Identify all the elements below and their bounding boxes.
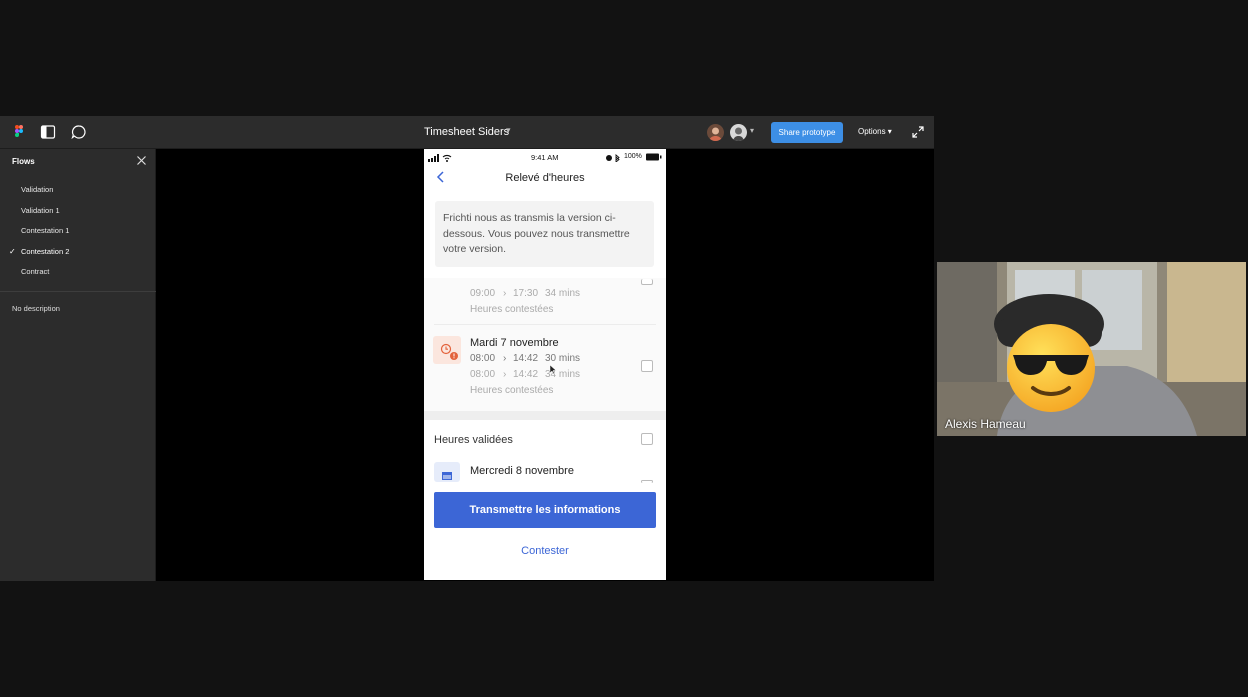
entry-pause: 30 mins (545, 353, 581, 364)
entry-end: 17:30 (513, 288, 539, 299)
status-time: 9:41 AM (531, 153, 559, 162)
entry-status: Heures contestées (470, 304, 554, 315)
entry-day: Mercredi 8 novembre (470, 465, 574, 477)
divider (0, 291, 156, 292)
options-label: Options (858, 127, 886, 136)
contest-link[interactable]: Contester (424, 545, 666, 557)
chevron-down-icon[interactable]: ▾ (506, 125, 511, 136)
sunglasses-emoji-icon (1007, 324, 1095, 412)
comment-icon[interactable] (71, 124, 87, 140)
entry-start: 08:00 (470, 353, 496, 364)
battery-icon (646, 153, 662, 161)
entry-end: 14:42 (513, 353, 539, 364)
flows-title: Flows (12, 157, 35, 166)
screen-share: Timesheet Siders ▾ ▾ Share prototype Opt… (0, 116, 934, 581)
flow-description: No description (12, 304, 60, 313)
select-all-checkbox[interactable] (641, 433, 653, 445)
section-separator (424, 411, 666, 420)
entry-status: Heures contestées (470, 385, 554, 396)
flow-item-validation-1[interactable]: Validation 1 (21, 206, 60, 215)
entry-pause: 34 mins (545, 288, 581, 299)
chevron-down-icon[interactable]: ▾ (750, 126, 754, 135)
divider (434, 324, 656, 325)
alarm-bluetooth-icon (606, 154, 620, 162)
entry-start: 09:00 (470, 288, 496, 299)
document-title[interactable]: Timesheet Siders (424, 126, 509, 138)
participant-video: Alexis Hameau (937, 262, 1246, 436)
entry-original-end: 14:42 (513, 369, 539, 380)
sidebar-toggle-icon[interactable] (40, 124, 56, 140)
contested-hours-list: 09:00 › 17:30 34 mins Heures contestées … (424, 278, 666, 412)
signal-icon (428, 154, 452, 162)
check-icon: ✓ (9, 247, 16, 256)
phone-prototype: 9:41 AM 100% Relevé d'heures Frichti nou… (424, 149, 666, 580)
checkbox[interactable] (641, 279, 653, 285)
share-prototype-button[interactable]: Share prototype (771, 122, 843, 143)
cursor-icon (549, 364, 557, 375)
page-title: Relevé d'heures (505, 172, 585, 184)
clock-warning-icon (433, 336, 461, 364)
flow-item-contestation-2[interactable]: Contestation 2 (21, 247, 69, 256)
info-message: Frichti nous as transmis la version ci-d… (435, 201, 654, 267)
avatar[interactable] (707, 124, 724, 141)
checkbox[interactable] (641, 360, 653, 372)
figma-logo-icon[interactable] (11, 124, 27, 140)
flow-item-validation[interactable]: Validation (21, 185, 53, 194)
participant-name: Alexis Hameau (945, 417, 1026, 431)
close-icon[interactable] (136, 155, 147, 166)
submit-button[interactable]: Transmettre les informations (434, 492, 656, 528)
chevron-right-icon: › (503, 353, 507, 364)
avatar[interactable] (730, 124, 747, 141)
calendar-icon (434, 462, 460, 482)
options-menu[interactable]: Options ▾ (858, 127, 892, 136)
expand-icon[interactable] (911, 125, 925, 139)
flows-panel: Flows Validation Validation 1 Contestati… (0, 149, 156, 581)
flow-item-contract[interactable]: Contract (21, 267, 49, 276)
chevron-right-icon: › (503, 288, 507, 299)
entry-original-start: 08:00 (470, 369, 496, 380)
validated-hours-label: Heures validées (434, 434, 513, 446)
figma-toolbar: Timesheet Siders ▾ ▾ Share prototype Opt… (0, 116, 934, 149)
checkbox[interactable] (641, 480, 653, 483)
flow-item-contestation-1[interactable]: Contestation 1 (21, 226, 69, 235)
entry-day: Mardi 7 novembre (470, 337, 559, 349)
chevron-right-icon: › (503, 369, 507, 380)
battery-percent: 100% (624, 153, 642, 160)
